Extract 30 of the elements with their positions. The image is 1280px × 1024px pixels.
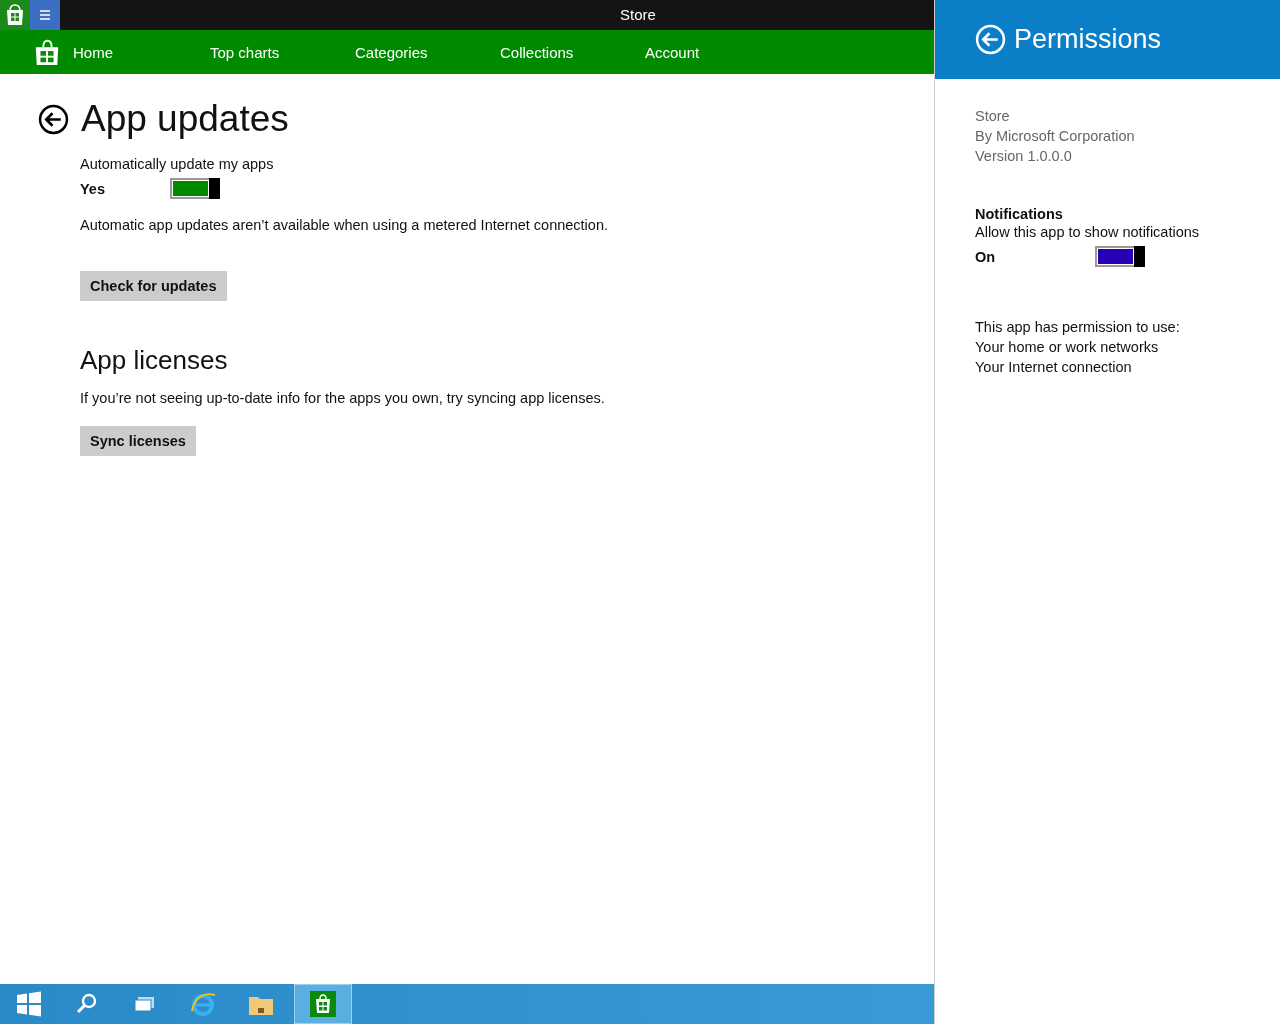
app-info-text: By Microsoft Corporation <box>975 127 1136 146</box>
info-text: Automatic app updates aren’t available when using a metered Internet connection. <box>80 217 609 233</box>
permission-heading: This app has permission to use: <box>975 318 1181 337</box>
shopping-bag-icon <box>33 38 61 66</box>
app-info-text: Version 1.0.0.0 <box>975 147 1073 166</box>
nav-link[interactable]: Collections <box>500 43 645 61</box>
section-heading: Notifications <box>975 206 1064 222</box>
flyout-title: Permissions <box>1014 24 1162 55</box>
sync-licenses-button[interactable]: Sync licenses <box>80 426 196 456</box>
window-title: Store <box>620 6 656 23</box>
setting-label: Allow this app to show notifications <box>975 224 1201 240</box>
toggle-state: Yes <box>80 180 106 197</box>
shopping-bag-icon[interactable] <box>295 985 351 1023</box>
nav-link[interactable]: Account <box>645 43 790 61</box>
check-for-updates-button[interactable]: Check for updates <box>80 271 227 301</box>
toggle-switch[interactable] <box>170 178 220 199</box>
page-title: App updates <box>81 98 289 140</box>
toggle-state: On <box>975 248 997 265</box>
permission-item: Your home or work networks <box>975 338 1160 357</box>
nav-link[interactable]: Top charts <box>210 43 355 61</box>
toggle-switch[interactable] <box>1095 246 1145 267</box>
app-info-text: Store <box>975 107 1011 126</box>
permission-item: Your Internet connection <box>975 358 1133 377</box>
menu-icon[interactable] <box>30 0 60 30</box>
nav-link[interactable]: Home <box>73 43 210 61</box>
nav-link[interactable]: Categories <box>355 43 500 61</box>
setting-label: Automatically update my apps <box>80 156 275 172</box>
shopping-bag-icon[interactable] <box>0 0 30 30</box>
info-text: If you’re not seeing up-to-date info for the apps you own, try syncing app licenses. <box>80 390 606 406</box>
section-title: App licenses <box>80 345 229 376</box>
